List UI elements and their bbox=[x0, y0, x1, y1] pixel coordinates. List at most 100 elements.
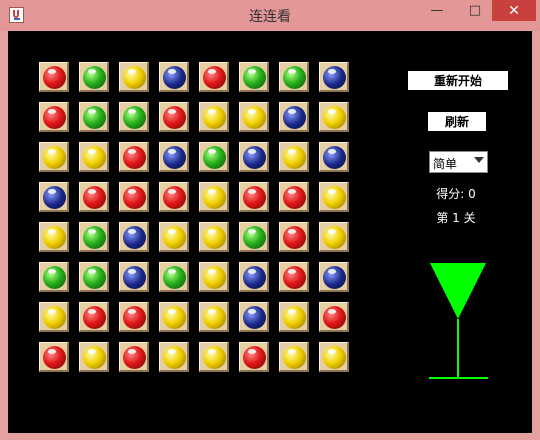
tile[interactable] bbox=[79, 222, 109, 252]
board-cell[interactable] bbox=[78, 301, 118, 341]
tile[interactable] bbox=[119, 262, 149, 292]
board-cell[interactable] bbox=[158, 261, 198, 301]
tile[interactable] bbox=[79, 262, 109, 292]
board-cell[interactable] bbox=[38, 261, 78, 301]
board-cell[interactable] bbox=[118, 301, 158, 341]
tile[interactable] bbox=[79, 302, 109, 332]
board-cell[interactable] bbox=[78, 101, 118, 141]
tile[interactable] bbox=[239, 302, 269, 332]
board-cell[interactable] bbox=[238, 221, 278, 261]
tile[interactable] bbox=[39, 302, 69, 332]
minimize-button[interactable]: — bbox=[422, 0, 452, 21]
tile[interactable] bbox=[39, 262, 69, 292]
board-cell[interactable] bbox=[278, 221, 318, 261]
difficulty-select[interactable]: 简单 bbox=[429, 151, 488, 173]
tile[interactable] bbox=[79, 102, 109, 132]
board-cell[interactable] bbox=[238, 181, 278, 221]
tile[interactable] bbox=[319, 182, 349, 212]
board-cell[interactable] bbox=[78, 141, 118, 181]
tile[interactable] bbox=[119, 102, 149, 132]
board-cell[interactable] bbox=[318, 141, 358, 181]
tile[interactable] bbox=[199, 302, 229, 332]
tile[interactable] bbox=[239, 102, 269, 132]
board-cell[interactable] bbox=[78, 341, 118, 381]
tile[interactable] bbox=[79, 62, 109, 92]
tile[interactable] bbox=[159, 182, 189, 212]
board-cell[interactable] bbox=[158, 181, 198, 221]
tile[interactable] bbox=[119, 62, 149, 92]
board-cell[interactable] bbox=[198, 341, 238, 381]
board-cell[interactable] bbox=[278, 261, 318, 301]
tile[interactable] bbox=[319, 222, 349, 252]
tile[interactable] bbox=[199, 142, 229, 172]
board-cell[interactable] bbox=[198, 261, 238, 301]
board-cell[interactable] bbox=[198, 181, 238, 221]
refresh-button[interactable]: 刷新 bbox=[428, 112, 486, 131]
tile[interactable] bbox=[319, 142, 349, 172]
tile[interactable] bbox=[119, 342, 149, 372]
tile[interactable] bbox=[159, 62, 189, 92]
board-cell[interactable] bbox=[118, 141, 158, 181]
tile[interactable] bbox=[199, 182, 229, 212]
tile[interactable] bbox=[199, 222, 229, 252]
tile[interactable] bbox=[79, 342, 109, 372]
tile[interactable] bbox=[159, 302, 189, 332]
board-cell[interactable] bbox=[278, 301, 318, 341]
board-cell[interactable] bbox=[118, 261, 158, 301]
tile[interactable] bbox=[119, 222, 149, 252]
board-cell[interactable] bbox=[238, 61, 278, 101]
tile[interactable] bbox=[39, 102, 69, 132]
tile[interactable] bbox=[239, 222, 269, 252]
board-cell[interactable] bbox=[318, 181, 358, 221]
board-cell[interactable] bbox=[78, 181, 118, 221]
board-cell[interactable] bbox=[278, 181, 318, 221]
tile[interactable] bbox=[239, 62, 269, 92]
tile[interactable] bbox=[279, 62, 309, 92]
tile[interactable] bbox=[239, 182, 269, 212]
tile[interactable] bbox=[39, 142, 69, 172]
board-cell[interactable] bbox=[118, 221, 158, 261]
tile[interactable] bbox=[199, 342, 229, 372]
tile[interactable] bbox=[319, 342, 349, 372]
tile[interactable] bbox=[159, 102, 189, 132]
board-cell[interactable] bbox=[78, 261, 118, 301]
tile[interactable] bbox=[279, 302, 309, 332]
board-cell[interactable] bbox=[38, 221, 78, 261]
board-cell[interactable] bbox=[198, 61, 238, 101]
board-cell[interactable] bbox=[318, 261, 358, 301]
tile[interactable] bbox=[119, 142, 149, 172]
board-cell[interactable] bbox=[278, 61, 318, 101]
tile[interactable] bbox=[79, 142, 109, 172]
board-cell[interactable] bbox=[78, 221, 118, 261]
board-cell[interactable] bbox=[38, 341, 78, 381]
tile[interactable] bbox=[159, 342, 189, 372]
title-bar[interactable]: 连连看 — □ ✕ bbox=[0, 0, 540, 31]
board-cell[interactable] bbox=[238, 301, 278, 341]
tile[interactable] bbox=[199, 62, 229, 92]
tile[interactable] bbox=[79, 182, 109, 212]
board-cell[interactable] bbox=[318, 61, 358, 101]
tile[interactable] bbox=[319, 262, 349, 292]
board-cell[interactable] bbox=[38, 101, 78, 141]
board-cell[interactable] bbox=[198, 301, 238, 341]
board-cell[interactable] bbox=[118, 341, 158, 381]
tile[interactable] bbox=[39, 222, 69, 252]
tile[interactable] bbox=[199, 102, 229, 132]
tile[interactable] bbox=[279, 142, 309, 172]
board-cell[interactable] bbox=[158, 101, 198, 141]
board-cell[interactable] bbox=[278, 341, 318, 381]
tile[interactable] bbox=[279, 262, 309, 292]
tile[interactable] bbox=[279, 222, 309, 252]
board-cell[interactable] bbox=[318, 221, 358, 261]
board-cell[interactable] bbox=[318, 101, 358, 141]
tile[interactable] bbox=[159, 222, 189, 252]
tile[interactable] bbox=[239, 262, 269, 292]
board-cell[interactable] bbox=[278, 141, 318, 181]
board-cell[interactable] bbox=[118, 181, 158, 221]
tile[interactable] bbox=[119, 302, 149, 332]
board-cell[interactable] bbox=[158, 61, 198, 101]
tile[interactable] bbox=[39, 62, 69, 92]
tile[interactable] bbox=[239, 342, 269, 372]
board-cell[interactable] bbox=[238, 261, 278, 301]
board-cell[interactable] bbox=[118, 61, 158, 101]
